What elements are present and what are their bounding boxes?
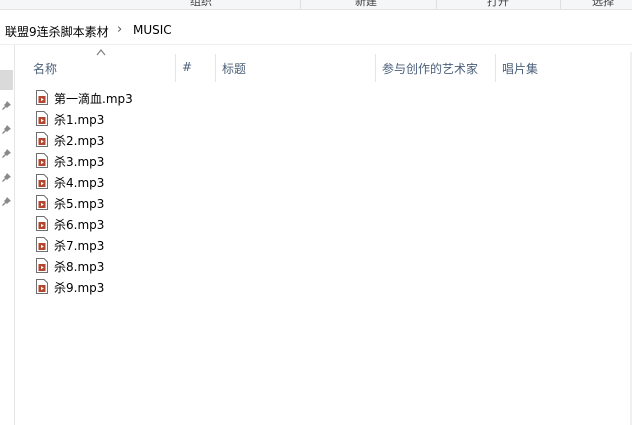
audio-file-icon (36, 111, 48, 126)
nav-pane-selection[interactable] (0, 70, 13, 90)
column-header-artist[interactable]: 参与创作的艺术家 (382, 60, 478, 77)
file-name: 杀4.mp3 (54, 176, 105, 190)
list-item[interactable]: 杀9.mp3 (33, 277, 333, 297)
audio-file-icon (36, 279, 48, 294)
audio-file-icon (36, 237, 48, 252)
pin-icon[interactable] (1, 100, 12, 111)
list-item[interactable]: 杀4.mp3 (33, 172, 333, 192)
ribbon-group-labels: 组织 新建 打开 选择 (0, 0, 632, 10)
file-name: 第一滴血.mp3 (54, 92, 133, 106)
list-item[interactable]: 杀6.mp3 (33, 214, 333, 234)
ribbon-label-new: 新建 (355, 0, 377, 8)
ribbon-divider (560, 0, 561, 9)
audio-file-icon (36, 153, 48, 168)
list-item[interactable]: 杀2.mp3 (33, 130, 333, 150)
audio-file-icon (36, 132, 48, 147)
file-name: 杀8.mp3 (54, 260, 105, 274)
breadcrumb-item-current-folder[interactable]: MUSIC (133, 23, 172, 37)
audio-file-icon (36, 174, 48, 189)
pin-icon[interactable] (1, 148, 12, 159)
file-name: 杀7.mp3 (54, 239, 105, 253)
pin-icon[interactable] (1, 172, 12, 183)
column-header-number[interactable]: # (182, 60, 192, 74)
file-name: 杀6.mp3 (54, 218, 105, 232)
audio-file-icon (36, 216, 48, 231)
list-item[interactable]: 第一滴血.mp3 (33, 88, 333, 108)
file-name: 杀9.mp3 (54, 281, 105, 295)
column-header-title[interactable]: 标题 (222, 60, 246, 77)
sort-ascending-icon (96, 49, 106, 56)
list-item[interactable]: 杀3.mp3 (33, 151, 333, 171)
breadcrumb: 联盟9连杀脚本素材 › MUSIC (0, 16, 632, 45)
ribbon-label-organize: 组织 (190, 0, 212, 8)
list-item[interactable]: 杀8.mp3 (33, 256, 333, 276)
column-header-row: 名称 # 标题 参与创作的艺术家 唱片集 (15, 49, 632, 82)
audio-file-icon (36, 195, 48, 210)
column-divider[interactable] (175, 54, 176, 82)
list-item[interactable]: 杀1.mp3 (33, 109, 333, 129)
pin-icon[interactable] (1, 124, 12, 135)
ribbon-divider (436, 0, 437, 9)
file-name: 杀5.mp3 (54, 197, 105, 211)
file-name: 杀3.mp3 (54, 155, 105, 169)
navigation-pane (0, 45, 15, 425)
column-divider[interactable] (375, 54, 376, 82)
chevron-right-icon[interactable]: › (117, 22, 122, 37)
audio-file-icon (36, 90, 48, 105)
audio-file-icon (36, 258, 48, 273)
column-header-album[interactable]: 唱片集 (502, 60, 538, 77)
ribbon-label-select: 选择 (592, 0, 614, 8)
pin-icon[interactable] (1, 196, 12, 207)
ribbon-label-open: 打开 (487, 0, 509, 8)
column-divider[interactable] (495, 54, 496, 82)
list-item[interactable]: 杀5.mp3 (33, 193, 333, 213)
breadcrumb-item-parent-folder[interactable]: 联盟9连杀脚本素材 (5, 23, 109, 40)
column-header-name[interactable]: 名称 (33, 60, 57, 77)
list-item[interactable]: 杀7.mp3 (33, 235, 333, 255)
file-name: 杀2.mp3 (54, 134, 105, 148)
file-name: 杀1.mp3 (54, 113, 105, 127)
ribbon-divider (300, 0, 301, 9)
column-divider[interactable] (215, 54, 216, 82)
